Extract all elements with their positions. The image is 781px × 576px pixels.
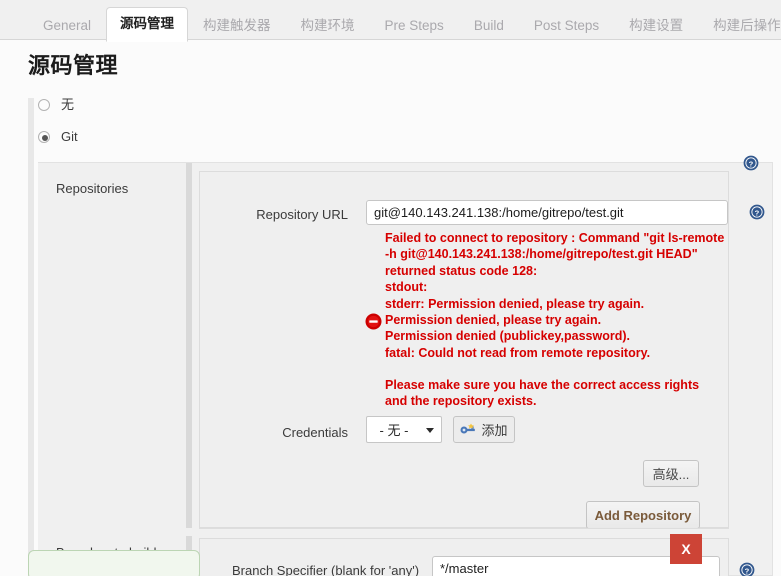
scm-option-none-label: 无 — [61, 97, 75, 112]
tab-build[interactable]: Build — [459, 9, 519, 42]
svg-text:?: ? — [745, 566, 750, 575]
repository-entry-box: Repository URL ? — [199, 171, 765, 529]
repository-url-label: Repository URL — [256, 207, 348, 222]
tab-build-settings[interactable]: 构建设置 — [614, 9, 698, 42]
repository-url-input[interactable] — [366, 200, 728, 225]
page-title: 源码管理 — [28, 53, 119, 78]
help-icon-git-scm[interactable]: ? — [743, 155, 759, 171]
config-tab-bar: General 源码管理 构建触发器 构建环境 Pre Steps Build … — [0, 0, 781, 42]
add-credentials-label: 添加 — [481, 423, 508, 438]
credentials-select[interactable]: - 无 - — [366, 416, 442, 443]
tab-list: General 源码管理 构建触发器 构建环境 Pre Steps Build … — [28, 6, 781, 42]
radio-git-icon[interactable] — [38, 131, 50, 143]
repository-rail — [186, 163, 192, 528]
tab-build-environment[interactable]: 构建环境 — [286, 9, 370, 42]
repository-error-footer: Please make sure you have the correct ac… — [385, 378, 700, 409]
scm-option-none[interactable]: 无 — [38, 98, 74, 112]
key-icon — [460, 423, 476, 436]
section-rail — [28, 98, 34, 576]
chevron-down-icon[interactable] — [426, 427, 434, 433]
help-icon-repository-url[interactable]: ? — [749, 204, 765, 220]
error-circle-icon — [365, 313, 382, 330]
svg-text:?: ? — [755, 208, 760, 217]
radio-none-icon[interactable] — [38, 99, 50, 111]
tab-pre-steps[interactable]: Pre Steps — [370, 9, 459, 42]
tab-general[interactable]: General — [28, 9, 106, 42]
git-scm-panel: Repositories ? Repository URL git@140.14… — [38, 155, 773, 576]
repositories-section-label: Repositories — [56, 181, 129, 196]
tab-source-code-management[interactable]: 源码管理 — [106, 7, 189, 42]
repository-error-message: Failed to connect to repository : Comman… — [385, 231, 725, 360]
jenkins-job-config-page: General 源码管理 构建触发器 构建环境 Pre Steps Build … — [0, 0, 781, 576]
delete-repository-button[interactable]: X — [670, 534, 702, 564]
scm-option-git[interactable]: Git — [38, 130, 78, 144]
add-repository-button[interactable]: Add Repository — [586, 501, 700, 529]
add-credentials-button[interactable]: 添加 — [453, 416, 515, 443]
svg-text:?: ? — [749, 159, 754, 168]
section-divider — [199, 528, 729, 529]
config-page-body: 源码管理 无 Git Repositories ? Repository URL… — [0, 40, 781, 576]
help-icon-branch-specifier[interactable]: ? — [739, 562, 755, 576]
credentials-label: Credentials — [282, 425, 348, 440]
scm-option-git-label: Git — [61, 129, 78, 144]
branch-specifier-label: Branch Specifier (blank for 'any') — [232, 563, 420, 576]
notification-toast — [28, 550, 200, 576]
tab-post-build-actions[interactable]: 构建后操作 — [698, 9, 781, 42]
tab-post-steps[interactable]: Post Steps — [519, 9, 614, 42]
tab-build-triggers[interactable]: 构建触发器 — [188, 9, 286, 42]
credentials-selected-value: - 无 - — [379, 423, 409, 438]
advanced-button[interactable]: 高级... — [643, 460, 699, 487]
